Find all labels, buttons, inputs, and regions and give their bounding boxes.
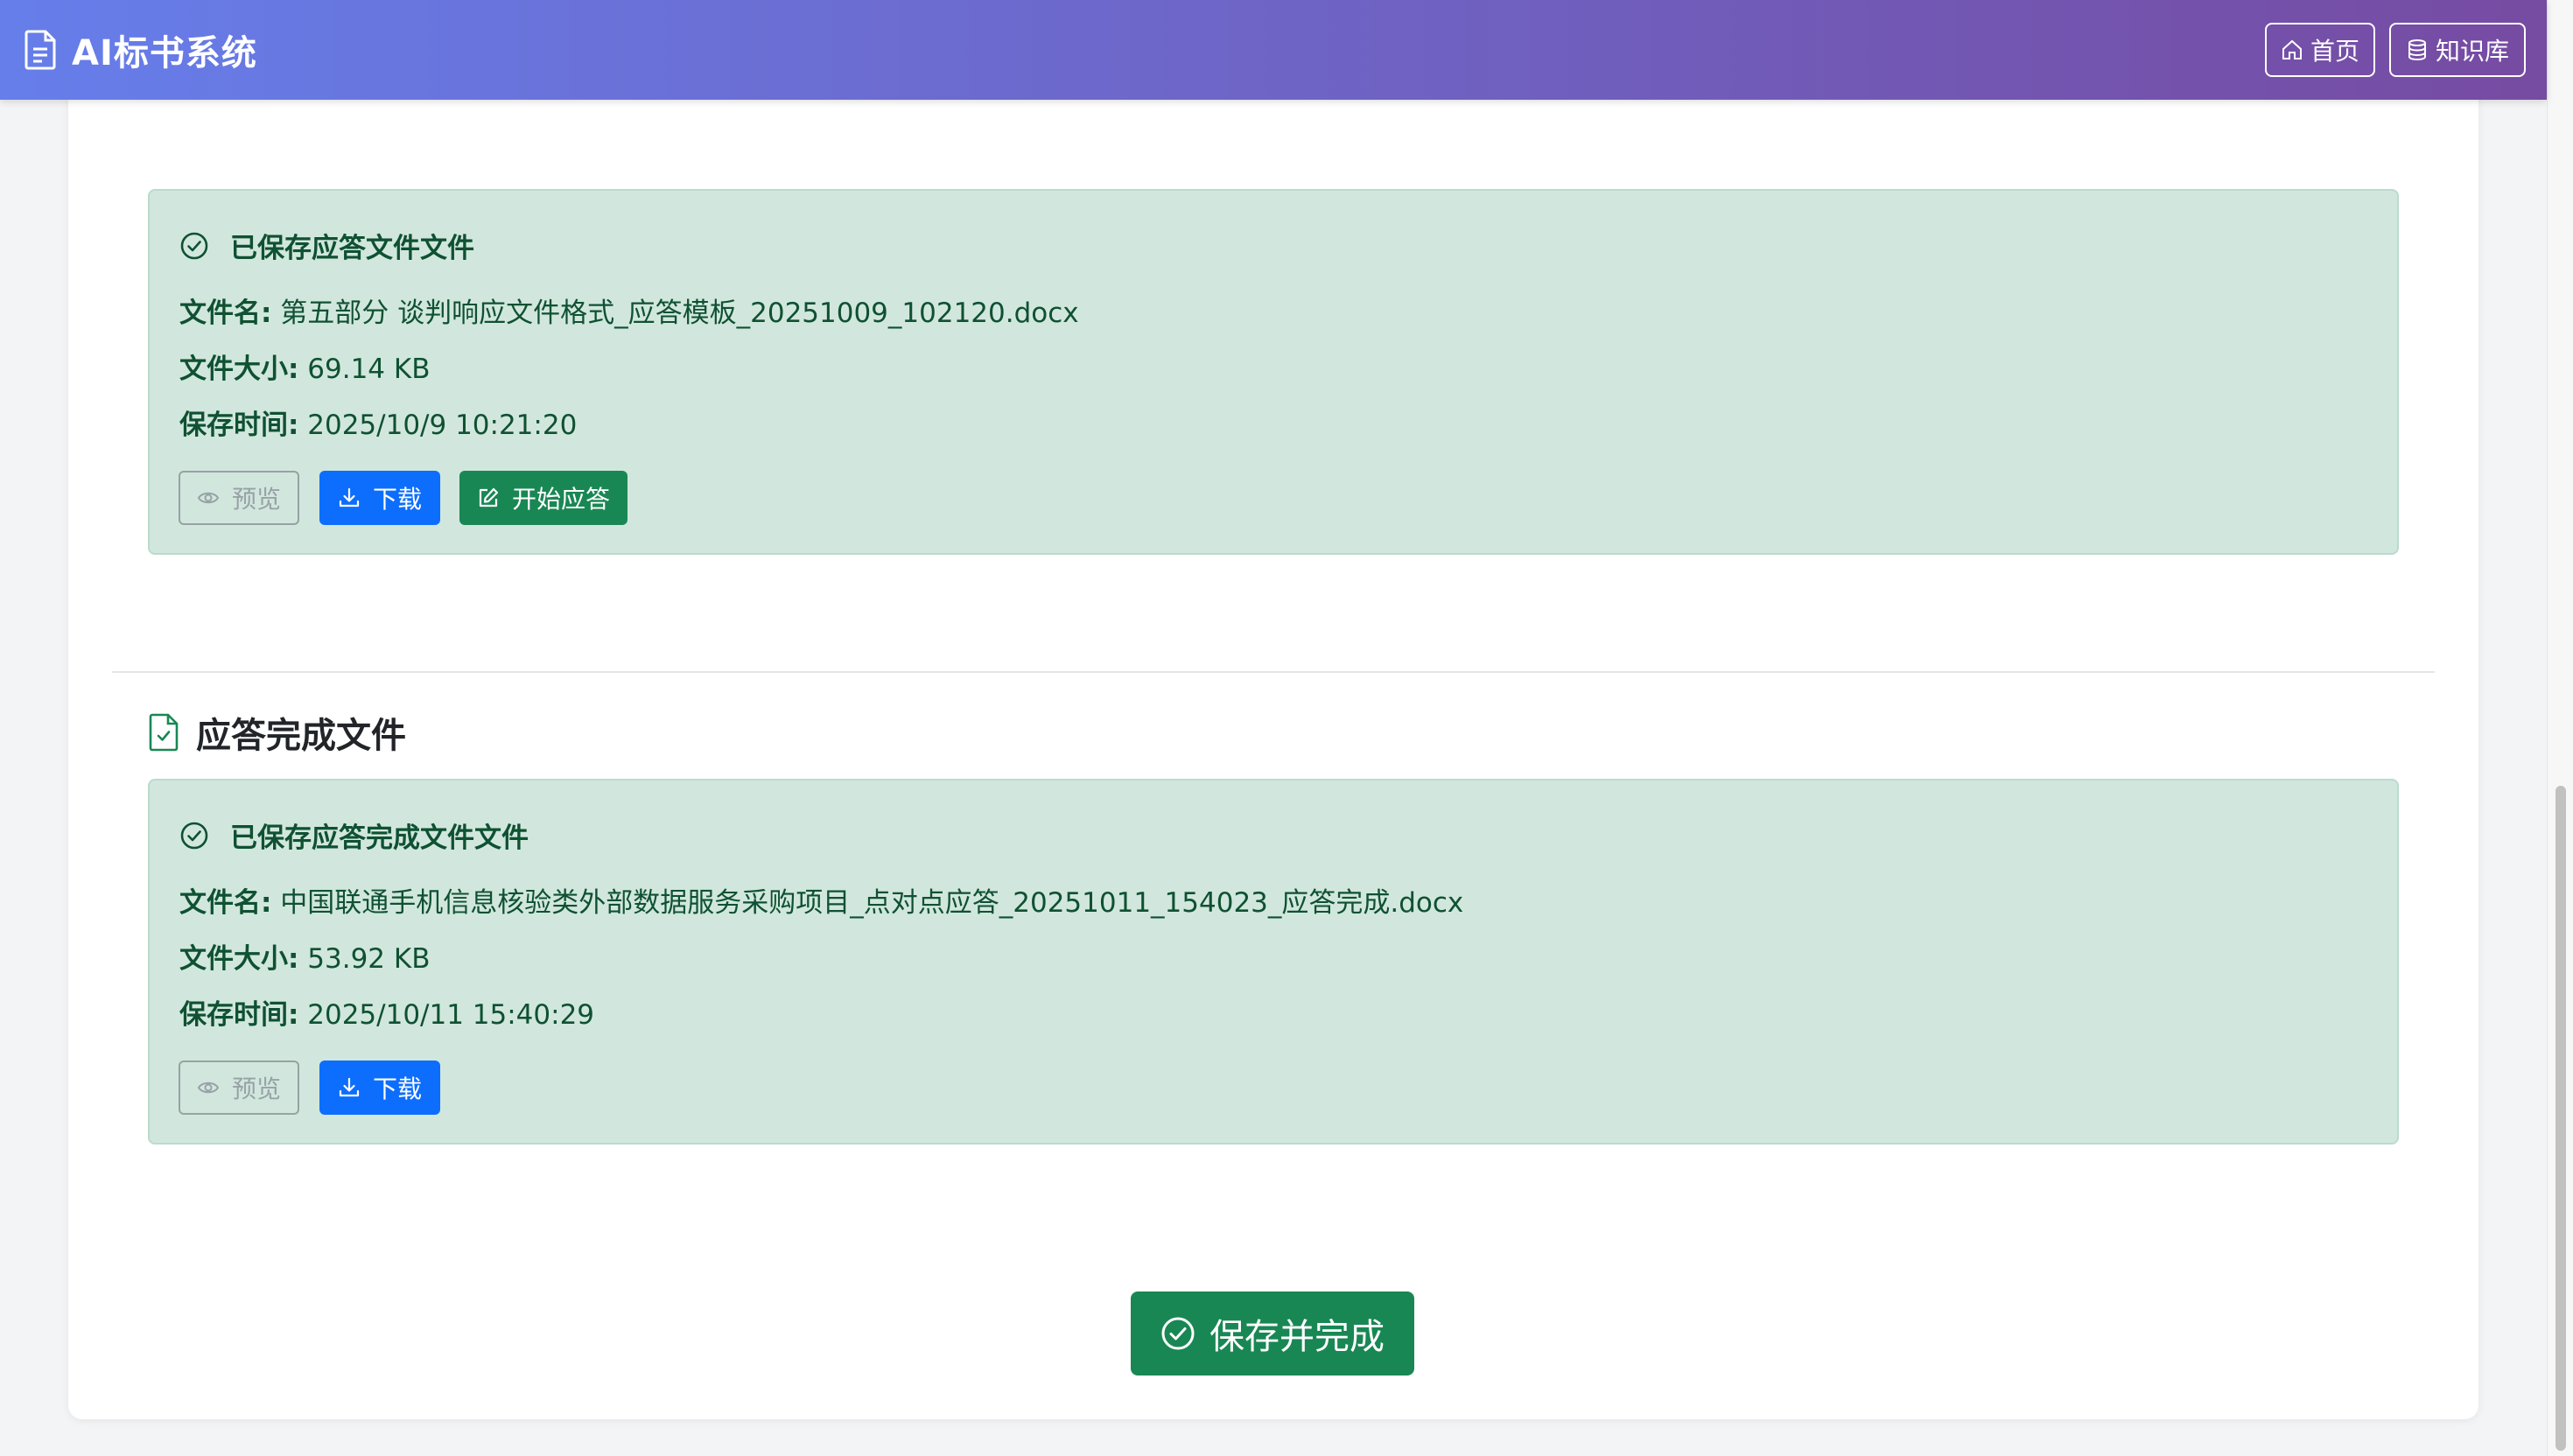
alert-header: 已保存应答文件文件 [179,226,474,265]
scrollbar-thumb[interactable] [2555,786,2566,1451]
navbar-brand[interactable]: AI标书系统 [25,26,257,74]
save-time-value: 2025/10/11 15:40:29 [307,999,595,1031]
file-name-row: 文件名: 第五部分 谈判响应文件格式_应答模板_20251009_102120.… [179,290,1079,330]
section-title: 应答完成文件 [196,716,406,756]
eye-icon [197,492,220,504]
database-icon [2408,39,2426,61]
file-size-value: 69.14 KB [307,354,431,385]
save-time-label: 保存时间: [179,410,299,441]
download-icon [339,487,360,508]
pencil-square-icon [479,487,499,508]
file-size-label: 文件大小: [179,943,299,975]
download-button-label: 下载 [372,1074,422,1103]
knowledge-base-label: 知识库 [2435,37,2509,66]
file-size-row: 文件大小: 53.92 KB [179,936,430,976]
save-time-row: 保存时间: 2025/10/11 15:40:29 [179,992,594,1032]
file-size-label: 文件大小: [179,354,299,385]
save-and-complete-label: 保存并完成 [1209,1317,1385,1357]
save-time-row: 保存时间: 2025/10/9 10:21:20 [179,402,577,442]
preview-button[interactable]: 预览 [179,471,299,525]
top-navbar: AI标书系统 首页 知识库 [0,0,2547,100]
section-divider [112,671,2435,673]
app-title: AI标书系统 [72,33,257,74]
saved-template-file-alert: 已保存应答文件文件 文件名: 第五部分 谈判响应文件格式_应答模板_202510… [148,189,2399,555]
alert-header: 已保存应答完成文件文件 [179,816,529,855]
alert-title: 已保存应答文件文件 [230,233,474,264]
download-icon [339,1077,360,1097]
file-name-value: 第五部分 谈判响应文件格式_应答模板_20251009_102120.docx [280,298,1079,329]
file-name-label: 文件名: [179,298,272,329]
file-name-label: 文件名: [179,887,272,919]
save-and-complete-button[interactable]: 保存并完成 [1131,1292,1414,1376]
knowledge-base-button[interactable]: 知识库 [2389,23,2526,77]
download-button-label: 下载 [372,485,422,514]
start-answer-button[interactable]: 开始应答 [459,471,627,525]
check-circle-icon [180,822,208,849]
download-button[interactable]: 下载 [319,471,440,525]
eye-icon [197,1082,220,1094]
home-button-label: 首页 [2310,37,2359,66]
file-name-row: 文件名: 中国联通手机信息核验类外部数据服务采购项目_点对点应答_2025101… [179,880,1463,920]
home-button[interactable]: 首页 [2265,23,2375,77]
preview-button-label: 预览 [231,1074,281,1103]
check-circle-icon [1161,1317,1195,1350]
preview-button[interactable]: 预览 [179,1060,299,1115]
save-time-value: 2025/10/9 10:21:20 [307,410,578,441]
preview-button-label: 预览 [231,485,281,514]
file-size-value: 53.92 KB [307,943,431,975]
file-name-value: 中国联通手机信息核验类外部数据服务采购项目_点对点应答_20251011_154… [280,887,1464,919]
house-icon [2282,39,2302,60]
check-circle-icon [180,232,208,259]
alert-title: 已保存应答完成文件文件 [230,822,529,854]
file-size-row: 文件大小: 69.14 KB [179,346,430,386]
save-time-label: 保存时间: [179,999,299,1031]
file-check-icon [149,713,179,752]
saved-completed-file-alert: 已保存应答完成文件文件 文件名: 中国联通手机信息核验类外部数据服务采购项目_点… [148,779,2399,1144]
start-answer-label: 开始应答 [511,485,610,514]
download-button[interactable]: 下载 [319,1060,440,1115]
completed-section-header: 应答完成文件 [149,707,406,758]
file-text-icon [25,30,56,70]
